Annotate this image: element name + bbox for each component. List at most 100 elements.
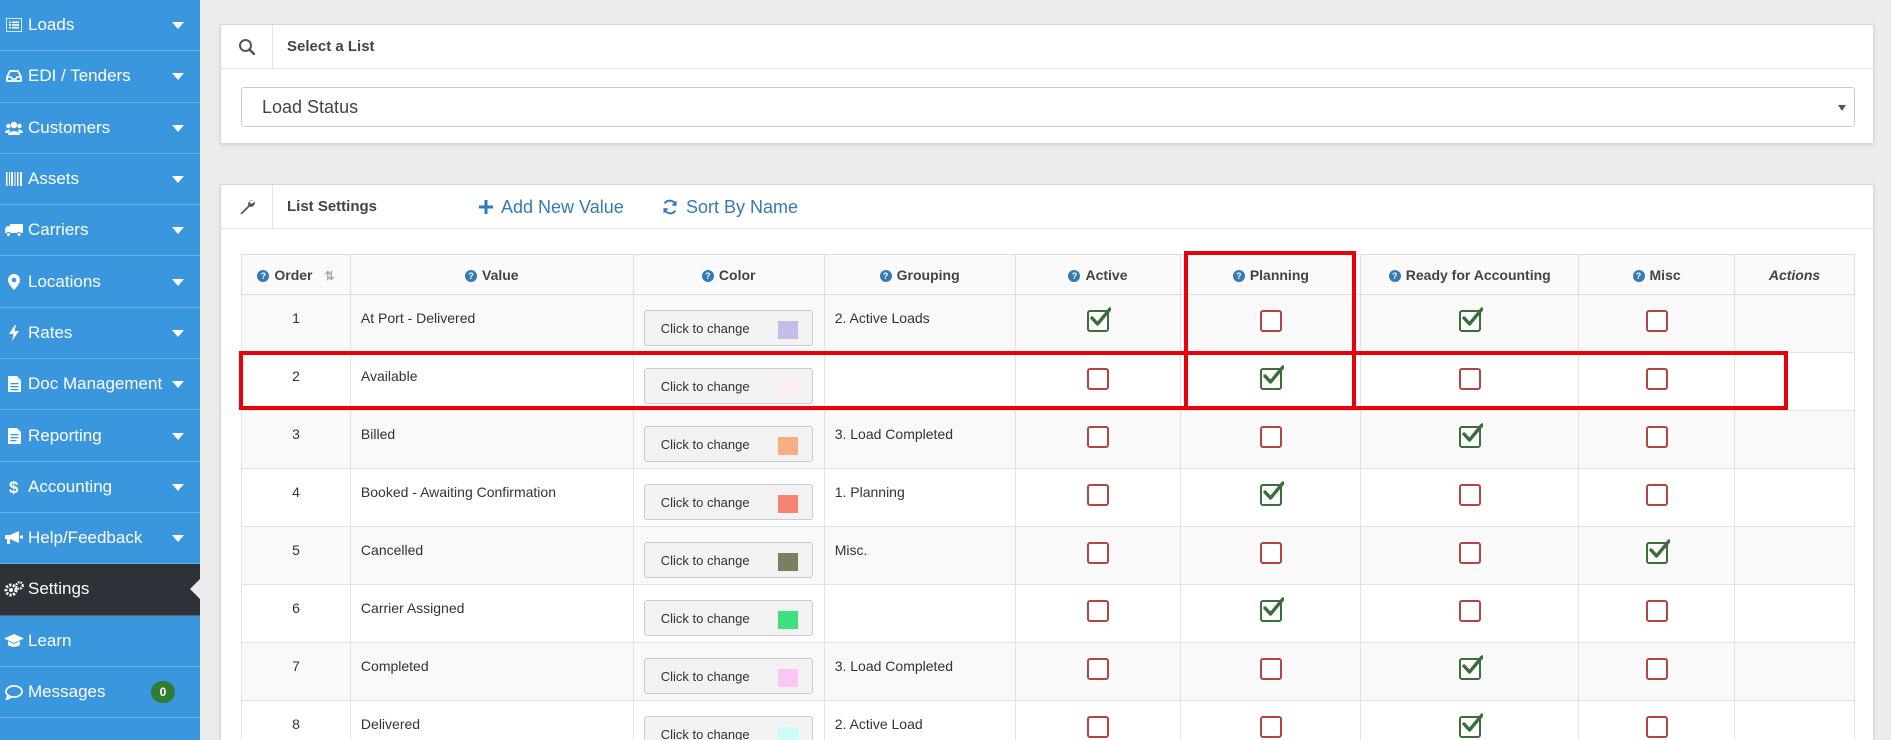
cell-active xyxy=(1014,294,1182,353)
misc-checkbox[interactable] xyxy=(1645,310,1668,332)
header-ready-for-accounting: ? Ready for Accounting xyxy=(1360,254,1580,295)
refresh-icon xyxy=(663,199,677,215)
active-checkbox[interactable] xyxy=(1087,542,1109,564)
sidebar-item-label: Reporting xyxy=(28,425,102,445)
cell-order: 8 xyxy=(241,700,351,740)
sidebar-item-help-feedback[interactable]: Help/Feedback xyxy=(0,513,200,565)
color-picker-button[interactable]: Click to change xyxy=(643,542,813,578)
sidebar-item-doc-management[interactable]: Doc Management xyxy=(0,359,200,411)
sidebar-item-label: Locations xyxy=(28,271,101,291)
sidebar-item-label: Loads xyxy=(28,15,75,35)
color-picker-button[interactable]: Click to change xyxy=(643,368,813,404)
active-checkbox[interactable] xyxy=(1087,658,1109,680)
color-picker-button[interactable]: Click to change xyxy=(643,716,813,740)
sidebar-item-reporting[interactable]: Reporting xyxy=(0,410,200,462)
color-picker-button[interactable]: Click to change xyxy=(643,600,813,636)
misc-checkbox[interactable] xyxy=(1645,484,1668,506)
cell-order: 2 xyxy=(241,352,351,411)
ready-for-accounting-checkbox[interactable] xyxy=(1458,600,1481,622)
cell-color: Click to change xyxy=(632,526,825,585)
active-checkbox[interactable] xyxy=(1087,426,1109,448)
color-swatch xyxy=(777,611,798,629)
planning-checkbox[interactable] xyxy=(1259,658,1282,680)
list-settings-panel: List Settings Add New Value Sort By Name… xyxy=(220,184,1874,740)
color-picker-button[interactable]: Click to change xyxy=(643,484,813,520)
sidebar-item-settings[interactable]: Settings xyxy=(0,564,200,616)
select-list-header: Select a List xyxy=(221,24,1873,69)
sidebar-item-locations[interactable]: Locations xyxy=(0,256,200,308)
caret-down-icon xyxy=(172,432,184,440)
table-row: 5 Cancelled Click to change Misc. xyxy=(241,526,1855,585)
header-planning: ? Planning xyxy=(1180,254,1362,295)
planning-checkbox[interactable] xyxy=(1259,426,1282,448)
sidebar-item-assets[interactable]: Assets xyxy=(0,154,200,206)
cell-misc xyxy=(1578,352,1736,411)
ready-for-accounting-checkbox-checked[interactable] xyxy=(1458,713,1483,738)
color-picker-button[interactable]: Click to change xyxy=(643,310,813,346)
sidebar-item-edi-tenders[interactable]: EDI / Tenders xyxy=(0,51,200,103)
question-icon: ? xyxy=(1388,269,1401,282)
planning-checkbox[interactable] xyxy=(1259,716,1282,738)
color-picker-button[interactable]: Click to change xyxy=(643,658,813,694)
add-new-value-button[interactable]: Add New Value xyxy=(479,185,624,229)
active-checkbox-checked[interactable] xyxy=(1087,307,1111,332)
cell-active xyxy=(1014,352,1182,411)
sidebar-item-learn[interactable]: Learn xyxy=(0,616,200,667)
misc-checkbox[interactable] xyxy=(1645,368,1668,390)
caret-down-icon xyxy=(172,176,184,184)
cell-grouping: 2. Active Loads xyxy=(823,294,1016,353)
cell-planning xyxy=(1180,410,1362,469)
planning-checkbox-checked[interactable] xyxy=(1259,365,1284,390)
ready-for-accounting-checkbox[interactable] xyxy=(1458,484,1481,506)
sidebar-item-messages[interactable]: Messages 0 xyxy=(0,667,200,719)
sidebar-item-accounting[interactable]: $ Accounting xyxy=(0,462,200,513)
misc-checkbox[interactable] xyxy=(1645,658,1668,680)
sort-icon[interactable]: ⇅ xyxy=(324,269,334,283)
cell-active xyxy=(1014,642,1182,701)
sort-by-name-button[interactable]: Sort By Name xyxy=(662,185,798,229)
color-picker-button[interactable]: Click to change xyxy=(643,426,813,462)
ready-for-accounting-checkbox[interactable] xyxy=(1458,368,1481,390)
gears-icon xyxy=(4,580,24,598)
table-row: 1 At Port - Delivered Click to change 2. Ac… xyxy=(241,294,1855,353)
cell-misc xyxy=(1578,410,1736,469)
active-checkbox[interactable] xyxy=(1087,368,1109,390)
sidebar-item-customers[interactable]: Customers xyxy=(0,103,200,154)
header-order[interactable]: ? Order ⇅ xyxy=(241,254,351,295)
ready-for-accounting-checkbox-checked[interactable] xyxy=(1458,655,1483,680)
sidebar-item-label: EDI / Tenders xyxy=(28,66,131,86)
messages-count-badge: 0 xyxy=(151,681,175,703)
misc-checkbox[interactable] xyxy=(1645,426,1668,448)
list-select[interactable]: Load Status xyxy=(241,87,1855,127)
cell-ready-for-accounting xyxy=(1360,468,1580,527)
ready-for-accounting-checkbox[interactable] xyxy=(1458,542,1481,564)
sidebar-item-loads[interactable]: Loads xyxy=(0,0,200,52)
planning-checkbox[interactable] xyxy=(1259,310,1282,332)
cell-order: 6 xyxy=(241,584,351,643)
sidebar-item-carriers[interactable]: Carriers xyxy=(0,205,200,257)
cell-grouping: 2. Active Load xyxy=(823,700,1016,740)
table-row: 2 Available Click to change xyxy=(241,352,1855,411)
active-checkbox[interactable] xyxy=(1087,716,1109,738)
planning-checkbox-checked[interactable] xyxy=(1259,481,1284,506)
cell-value: Carrier Assigned xyxy=(349,584,634,643)
cell-actions xyxy=(1734,584,1855,643)
active-checkbox[interactable] xyxy=(1087,484,1109,506)
ready-for-accounting-checkbox-checked[interactable] xyxy=(1458,423,1483,448)
sidebar-item-rates[interactable]: Rates xyxy=(0,308,200,360)
header-grouping: ? Grouping xyxy=(823,254,1016,295)
ready-for-accounting-checkbox-checked[interactable] xyxy=(1458,307,1483,332)
misc-checkbox[interactable] xyxy=(1645,716,1668,738)
sidebar-item-label: Assets xyxy=(28,169,80,189)
cell-actions xyxy=(1734,642,1855,701)
sidebar-item-label: Customers xyxy=(28,117,111,137)
misc-checkbox-checked[interactable] xyxy=(1645,539,1670,564)
planning-checkbox-checked[interactable] xyxy=(1259,597,1284,622)
sidebar-item-label: Learn xyxy=(28,630,72,650)
bullhorn-icon xyxy=(4,529,24,547)
misc-checkbox[interactable] xyxy=(1645,600,1668,622)
active-checkbox[interactable] xyxy=(1087,600,1109,622)
cell-grouping: 3. Load Completed xyxy=(823,642,1016,701)
planning-checkbox[interactable] xyxy=(1259,542,1282,564)
search-icon xyxy=(221,24,273,69)
